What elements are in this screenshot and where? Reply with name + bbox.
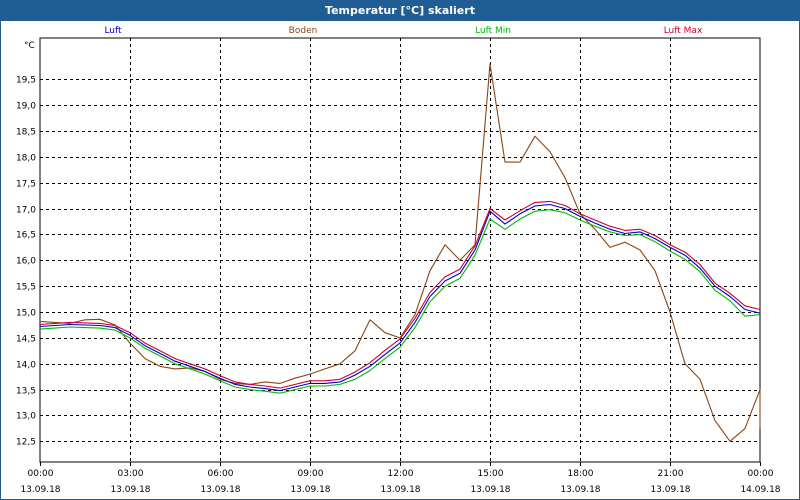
x-tick-date-label: 13.09.18 <box>110 485 150 495</box>
y-tick-label: 14,0 <box>16 361 36 371</box>
x-tick-date-label: 13.09.18 <box>470 485 510 495</box>
y-tick-label: 17,5 <box>16 180 36 190</box>
legend-entry-luft: Luft <box>104 26 122 36</box>
x-tick-date-label: 13.09.18 <box>650 485 690 495</box>
chart-canvas: 12,5 13,0 13,5 14,0 14,5 15,0 15,5 16,0 16,5 17,0… <box>16 26 781 495</box>
grid <box>40 38 760 462</box>
series-line-boden <box>39 63 761 442</box>
y-unit-label: °C <box>24 41 35 51</box>
x-tick-time-label: 06:00 <box>208 469 234 479</box>
y-tick-label: 15,0 <box>16 309 36 319</box>
x-tick-time-label: 00:00 <box>748 469 774 479</box>
legend-entry-boden: Boden <box>289 26 318 36</box>
x-tick-date-label: 14.09.18 <box>740 485 780 495</box>
x-tick-time-label: 15:00 <box>478 469 504 479</box>
y-tick-label: 13,5 <box>16 387 36 397</box>
legend-entry-luft-max: Luft Max <box>664 26 703 36</box>
y-tick-label: 14,5 <box>16 335 36 345</box>
x-tick-time-label: 09:00 <box>298 469 324 479</box>
y-tick-label: 16,5 <box>16 231 36 241</box>
y-tick-label: 15,5 <box>16 283 36 293</box>
x-tick-time-label: 00:00 <box>28 469 54 479</box>
y-tick-label: 13,0 <box>16 412 36 422</box>
y-tick-label: 19,5 <box>16 76 36 86</box>
y-tick-label: 18,5 <box>16 128 36 138</box>
y-tick-label: 17,0 <box>16 206 36 216</box>
x-tick-time-label: 12:00 <box>388 469 414 479</box>
x-tick-time-label: 18:00 <box>568 469 594 479</box>
legend-entry-luft-min: Luft Min <box>475 26 511 36</box>
y-tick-label: 12,5 <box>16 438 36 448</box>
x-tick-date-label: 13.09.18 <box>290 485 330 495</box>
x-tick-date-label: 13.09.18 <box>200 485 240 495</box>
x-tick-time-label: 03:00 <box>118 469 144 479</box>
y-tick-label: 19,0 <box>16 102 36 112</box>
x-tick-date-label: 13.09.18 <box>380 485 420 495</box>
y-tick-label: 16,0 <box>16 257 36 267</box>
y-tick-label: 18,0 <box>16 154 36 164</box>
legend: Luft Boden Luft Min Luft Max <box>104 26 703 36</box>
x-tick-date-label: 13.09.18 <box>560 485 600 495</box>
x-tick-date-label: 13.09.18 <box>20 485 60 495</box>
x-tick-time-label: 21:00 <box>658 469 684 479</box>
series-lines <box>39 63 761 442</box>
